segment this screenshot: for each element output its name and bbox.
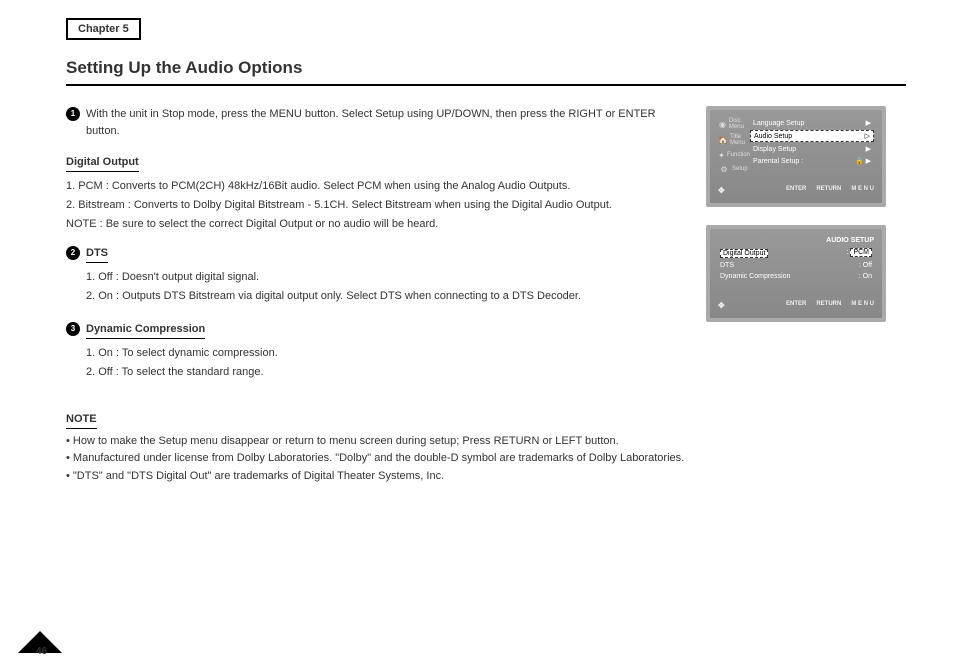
chapter-label: Chapter 5: [66, 18, 141, 40]
option-item: 1. On : To select dynamic compression.: [86, 345, 686, 362]
note-line: • How to make the Setup menu disappear o…: [66, 433, 686, 451]
option-title-dts: DTS: [86, 245, 108, 263]
footer-return: RETURN: [816, 186, 841, 195]
step-number-1: 1: [66, 107, 80, 121]
step-text: Dynamic Compression 1. On : To select dy…: [86, 321, 686, 383]
option-item-note: NOTE : Be sure to select the correct Dig…: [66, 216, 686, 233]
lock-icon: 🔒 ▶: [855, 157, 871, 165]
step-number-3: 3: [66, 322, 80, 336]
audio-row-dts[interactable]: DTS :Off: [718, 261, 874, 270]
option-title-digital: Digital Output: [66, 154, 139, 172]
step-text: DTS 1. Off : Doesn't output digital sign…: [86, 245, 686, 307]
audio-setup-panel: AUDIO SETUP Digital Output :PCM DTS :Off…: [706, 225, 886, 322]
page-number: 46: [36, 646, 47, 657]
side-icon-title-menu: 🏠Title Menu: [718, 134, 750, 146]
option-item: 1. PCM : Converts to PCM(2CH) 48kHz/16Bi…: [66, 178, 686, 195]
audio-row-dynamic-compression[interactable]: Dynamic Compression :On: [718, 272, 874, 281]
side-icon-function: ✦Function: [718, 150, 750, 160]
side-icon-disc-menu: ◉Disc Menu: [718, 118, 750, 130]
page-title: Setting Up the Audio Options: [66, 58, 906, 78]
step-text: With the unit in Stop mode, press the ME…: [86, 106, 686, 140]
step-number-2: 2: [66, 246, 80, 260]
function-icon: ✦: [718, 150, 725, 160]
note-line: • "DTS" and "DTS Digital Out" are tradem…: [66, 468, 686, 486]
chevron-right-icon: ▶: [866, 119, 871, 127]
footer-menu: M E N U: [851, 186, 874, 195]
home-icon: 🏠: [718, 135, 728, 145]
chevron-right-icon: ▷: [865, 132, 870, 140]
option-item: 2. Bitstream : Converts to Dolby Digital…: [66, 197, 686, 214]
footer-menu: M E N U: [851, 301, 874, 310]
menu-row-audio-setup[interactable]: Audio Setup ▷: [750, 130, 874, 142]
menu-row-parental-setup[interactable]: Parental Setup : 🔒 ▶: [750, 156, 874, 166]
disc-icon: ◉: [718, 119, 727, 129]
option-item: 2. Off : To select the standard range.: [86, 364, 686, 381]
option-item: 1. Off : Doesn't output digital signal.: [86, 269, 686, 286]
setup-menu-panel: ◉Disc Menu 🏠Title Menu ✦Function ⚙Setup …: [706, 106, 886, 207]
note-title: NOTE: [66, 411, 97, 429]
footer-return: RETURN: [816, 301, 841, 310]
menu-row-language-setup[interactable]: Language Setup ▶: [750, 118, 874, 128]
footer-enter: ENTER: [786, 301, 806, 310]
gear-icon: ⚙: [718, 164, 730, 174]
menu-row-display-setup[interactable]: Display Setup ▶: [750, 144, 874, 154]
nav-cross-icon: ✥: [718, 301, 725, 310]
audio-row-digital-output[interactable]: Digital Output :PCM: [718, 248, 874, 259]
footer-enter: ENTER: [786, 186, 806, 195]
panel-title: AUDIO SETUP: [718, 237, 874, 244]
option-item: 2. On : Outputs DTS Bitstream via digita…: [86, 288, 686, 305]
nav-cross-icon: ✥: [718, 186, 725, 195]
note-line: • Manufactured under license from Dolby …: [66, 450, 686, 468]
option-title-dyn: Dynamic Compression: [86, 321, 205, 339]
side-icon-setup: ⚙Setup: [718, 164, 750, 174]
chevron-right-icon: ▶: [866, 145, 871, 153]
